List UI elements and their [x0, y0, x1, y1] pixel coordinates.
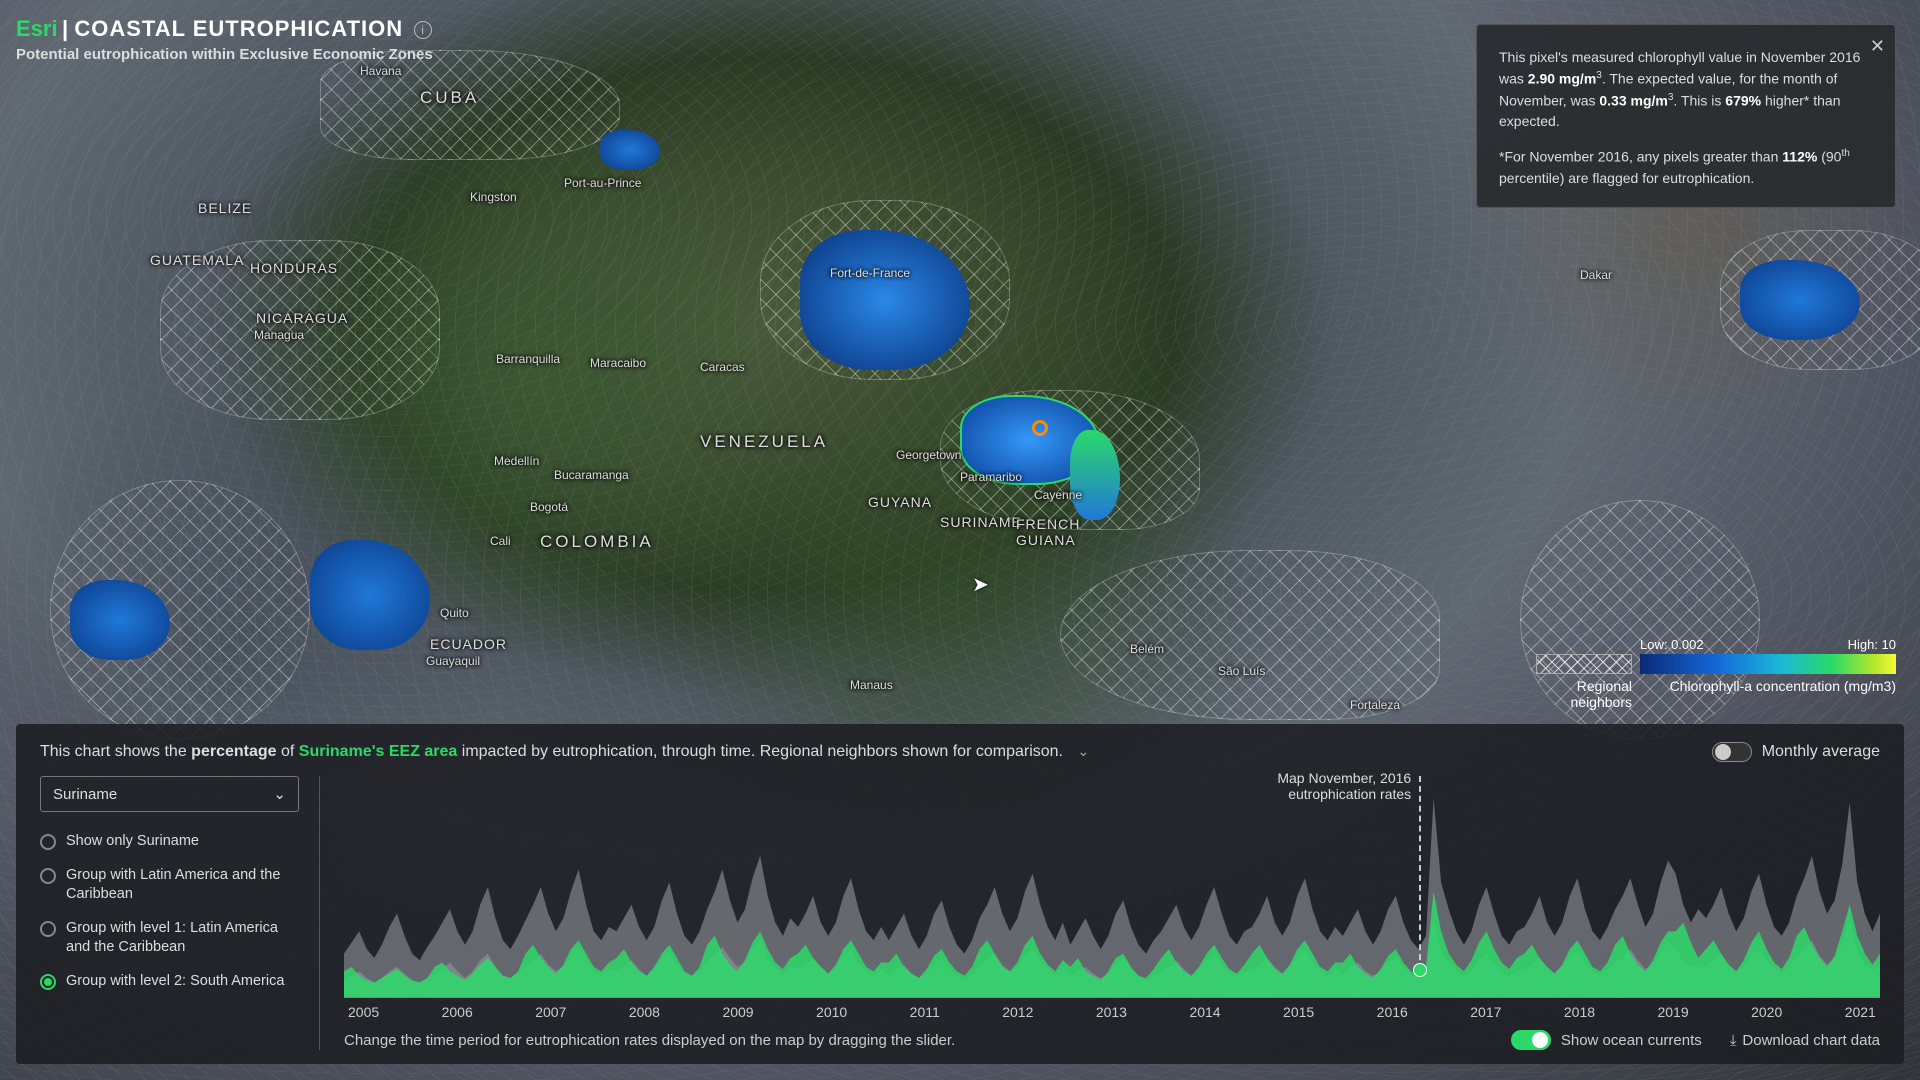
timeseries-chart[interactable]: Map November, 2016 eutrophication rates — [344, 776, 1880, 998]
map-legend: Low: 0.002 High: 10 Regional neighbors C… — [1536, 637, 1896, 710]
chevron-down-icon[interactable]: ⌄ — [1077, 743, 1089, 760]
map-place-label: Manaus — [850, 678, 893, 692]
x-tick: 2020 — [1751, 1004, 1782, 1020]
radio-icon — [40, 834, 56, 850]
x-tick: 2008 — [629, 1004, 660, 1020]
map-place-label: Maracaibo — [590, 356, 646, 370]
map-place-label: Cali — [490, 534, 511, 548]
x-tick: 2015 — [1283, 1004, 1314, 1020]
map-place-label: GUIANA — [1016, 532, 1076, 548]
region-select[interactable]: Suriname ⌄ — [40, 776, 299, 812]
map-place-label: Medellín — [494, 454, 539, 468]
map-place-label: VENEZUELA — [700, 432, 828, 452]
map-place-label: Quito — [440, 606, 469, 620]
threshold-pct: 112% — [1782, 149, 1817, 165]
x-tick: 2014 — [1189, 1004, 1220, 1020]
map-place-label: SURINAME — [940, 514, 1022, 530]
info-icon[interactable]: i — [414, 21, 432, 39]
map-place-label: Paramaribo — [960, 470, 1022, 484]
legend-low: Low: 0.002 — [1640, 637, 1704, 652]
measured-value: 2.90 mg/m — [1528, 71, 1596, 87]
x-tick: 2021 — [1845, 1004, 1876, 1020]
radio-icon — [40, 974, 56, 990]
x-tick: 2019 — [1657, 1004, 1688, 1020]
map-place-label: Bucaramanga — [554, 468, 629, 482]
map-place-label: Fort-de-France — [830, 266, 910, 280]
close-icon[interactable]: ✕ — [1870, 33, 1885, 60]
show-ocean-currents-toggle[interactable]: Show ocean currents — [1511, 1030, 1702, 1050]
legend-high: High: 10 — [1848, 637, 1896, 652]
app-header: Esri | COASTAL EUTROPHICATION i Potentia… — [16, 16, 433, 63]
map-place-label: Managua — [254, 328, 304, 342]
map-place-label: NICARAGUA — [256, 310, 348, 326]
download-chart-button[interactable]: ⤓ Download chart data — [1730, 1032, 1880, 1049]
map-place-label: CUBA — [420, 88, 479, 108]
time-slider-marker[interactable]: Map November, 2016 eutrophication rates — [1419, 776, 1421, 970]
x-tick: 2012 — [1002, 1004, 1033, 1020]
chart-description: This chart shows the percentage of Surin… — [40, 743, 1089, 761]
map-place-label: Dakar — [1580, 268, 1612, 282]
map-place-label: Kingston — [470, 190, 517, 204]
percent-higher: 679% — [1725, 92, 1761, 108]
map-place-label: Georgetown — [896, 448, 961, 462]
legend-concentration-label: Chlorophyll-a concentration (mg/m3) — [1640, 678, 1896, 710]
chart-controls: Suriname ⌄ Show only Suriname Group with … — [40, 776, 320, 1050]
regional-neighbors-swatch — [1536, 654, 1632, 674]
map-place-label: GUATEMALA — [150, 252, 244, 268]
map-place-label: COLOMBIA — [540, 532, 654, 552]
chlorophyll-gradient — [1640, 654, 1896, 674]
map-place-label: Fortaleza — [1350, 698, 1400, 712]
x-tick: 2011 — [910, 1004, 940, 1020]
selected-pixel-marker[interactable] — [1032, 420, 1048, 436]
map-place-label: GUYANA — [868, 494, 932, 510]
map-place-label: Port-au-Prince — [564, 176, 641, 190]
expected-value: 0.33 mg/m — [1599, 92, 1667, 108]
grouping-radio[interactable]: Group with level 1: Latin America and th… — [40, 919, 299, 958]
map-place-label: Bogotá — [530, 500, 568, 514]
map-place-label: Barranquilla — [496, 352, 560, 366]
map-place-label: Belém — [1130, 642, 1164, 656]
x-tick: 2007 — [535, 1004, 566, 1020]
x-tick: 2017 — [1470, 1004, 1501, 1020]
page-subtitle: Potential eutrophication within Exclusiv… — [16, 46, 433, 63]
map-place-label: Guayaquil — [426, 654, 480, 668]
chart-x-axis: 2005 2006 2007 2008 2009 2010 2011 2012 2013 2014… — [344, 1004, 1880, 1020]
map-place-label: ECUADOR — [430, 636, 507, 652]
map-place-label: HONDURAS — [250, 260, 338, 276]
pixel-info-panel: ✕ This pixel's measured chlorophyll valu… — [1476, 24, 1896, 208]
radio-icon — [40, 868, 56, 884]
x-tick: 2016 — [1377, 1004, 1408, 1020]
map-place-label: Havana — [360, 64, 401, 78]
x-tick: 2006 — [442, 1004, 473, 1020]
map-place-label: FRENCH — [1016, 516, 1080, 532]
map-place-label: BELIZE — [198, 200, 252, 216]
download-icon: ⤓ — [1730, 1032, 1737, 1049]
radio-icon — [40, 921, 56, 937]
grouping-radio[interactable]: Group with Latin America and the Caribbe… — [40, 866, 299, 905]
x-tick: 2005 — [348, 1004, 379, 1020]
grouping-radio[interactable]: Group with level 2: South America — [40, 972, 299, 992]
timeseries-panel: This chart shows the percentage of Surin… — [16, 724, 1904, 1064]
x-tick: 2009 — [722, 1004, 753, 1020]
grouping-radio[interactable]: Show only Suriname — [40, 832, 299, 852]
map-place-label: Cayenne — [1034, 488, 1082, 502]
legend-neighbors-label: Regional neighbors — [1536, 678, 1632, 710]
eutrophication-blob — [600, 130, 660, 170]
chevron-down-icon: ⌄ — [273, 785, 286, 803]
monthly-average-toggle[interactable]: Monthly average — [1712, 742, 1880, 762]
map-place-label: Caracas — [700, 360, 745, 374]
slider-hint: Change the time period for eutrophicatio… — [344, 1032, 955, 1049]
eez-hatch — [1060, 550, 1440, 720]
x-tick: 2013 — [1096, 1004, 1127, 1020]
page-title: COASTAL EUTROPHICATION — [74, 16, 403, 41]
x-tick: 2018 — [1564, 1004, 1595, 1020]
brand-label: Esri — [16, 16, 58, 41]
map-place-label: São Luís — [1218, 664, 1265, 678]
x-tick: 2010 — [816, 1004, 847, 1020]
